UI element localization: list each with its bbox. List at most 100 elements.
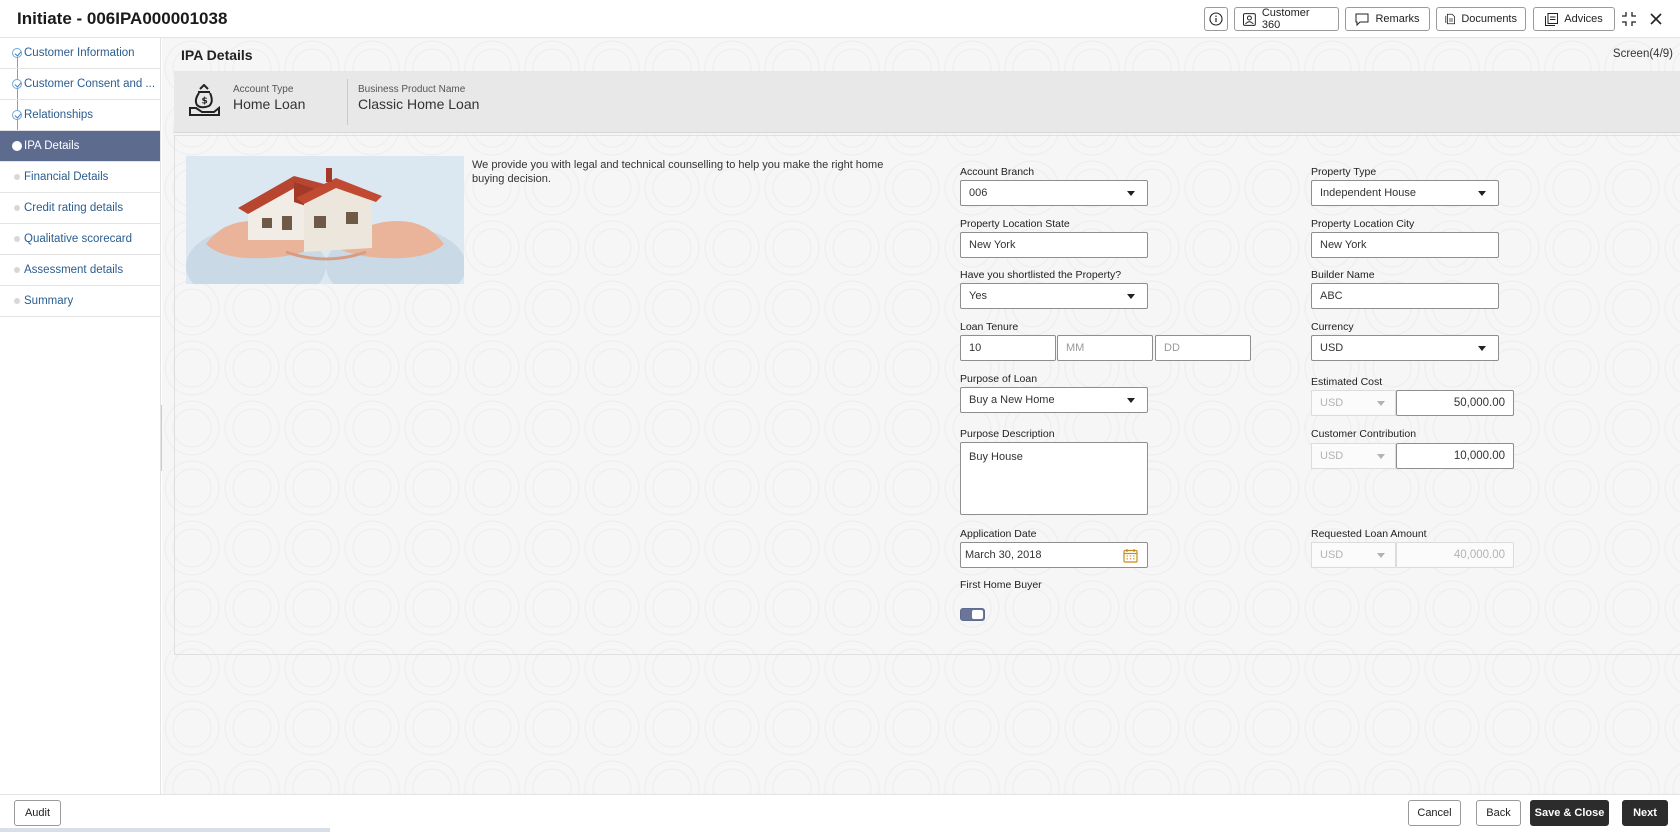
info-button[interactable] bbox=[1204, 7, 1228, 31]
step-pending-icon bbox=[14, 298, 20, 304]
sidebar-item-financial-details[interactable]: Financial Details bbox=[0, 162, 160, 193]
shortlisted-value: Yes bbox=[969, 290, 987, 302]
save-close-button[interactable]: Save & Close bbox=[1530, 800, 1609, 826]
sidebar-item-label: Summary bbox=[24, 295, 74, 307]
property-state-value: New York bbox=[969, 239, 1016, 251]
customer-contribution-input[interactable]: 10,000.00 bbox=[1396, 443, 1514, 469]
step-done-icon bbox=[12, 79, 22, 89]
advices-button[interactable]: Advices bbox=[1533, 7, 1615, 31]
chevron-down-icon bbox=[1377, 401, 1385, 406]
back-button[interactable]: Back bbox=[1476, 800, 1521, 826]
footer-bar: Audit Cancel Back Save & Close Next bbox=[0, 794, 1680, 832]
loan-tenure-days-input[interactable]: DD bbox=[1155, 335, 1251, 361]
property-type-label: Property Type bbox=[1311, 166, 1377, 178]
sidebar-item-label: Customer Consent and ... bbox=[24, 78, 156, 90]
sidebar-item-qualitative-scorecard[interactable]: Qualitative scorecard bbox=[0, 224, 160, 255]
remarks-label: Remarks bbox=[1375, 13, 1420, 25]
page-title: Initiate - 006IPA000001038 bbox=[17, 9, 228, 28]
documents-button[interactable]: Documents bbox=[1436, 7, 1526, 31]
customer-contribution-amount: 10,000.00 bbox=[1453, 450, 1505, 462]
sidebar-item-label: Financial Details bbox=[24, 171, 109, 183]
requested-loan-amount-value: 40,000.00 bbox=[1453, 549, 1505, 561]
fullscreen-icon bbox=[1622, 12, 1636, 26]
next-button[interactable]: Next bbox=[1622, 800, 1668, 826]
sidebar-item-label: Customer Information bbox=[24, 47, 135, 59]
business-product-label: Business Product Name bbox=[358, 84, 466, 95]
loan-tenure-days-placeholder: DD bbox=[1164, 342, 1180, 354]
customer-contribution-currency: USD bbox=[1320, 450, 1344, 462]
property-type-value: Independent House bbox=[1320, 187, 1417, 199]
loan-tenure-months-input[interactable]: MM bbox=[1057, 335, 1153, 361]
currency-label: Currency bbox=[1311, 321, 1354, 333]
sidebar-item-label: Relationships bbox=[24, 109, 94, 121]
builder-name-value: ABC bbox=[1320, 290, 1343, 302]
sidebar-item-credit-rating[interactable]: Credit rating details bbox=[0, 193, 160, 224]
top-bar: Initiate - 006IPA000001038 Customer 360 … bbox=[0, 0, 1680, 38]
estimated-cost-currency-select: USD bbox=[1311, 390, 1396, 416]
sidebar-item-summary[interactable]: Summary bbox=[0, 286, 160, 317]
sidebar-item-customer-consent[interactable]: Customer Consent and ... bbox=[0, 69, 160, 100]
chevron-down-icon bbox=[1127, 398, 1135, 403]
fullscreen-button[interactable] bbox=[1619, 9, 1639, 29]
close-icon bbox=[1650, 13, 1662, 25]
document-icon bbox=[1445, 13, 1455, 25]
shortlisted-label: Have you shortlisted the Property? bbox=[960, 269, 1122, 281]
application-date-value: March 30, 2018 bbox=[965, 549, 1042, 561]
loan-tenure-years-input[interactable]: 10 bbox=[960, 335, 1056, 361]
purpose-of-loan-label: Purpose of Loan bbox=[960, 373, 1038, 385]
requested-loan-amount-input: 40,000.00 bbox=[1396, 542, 1514, 568]
sidebar-item-customer-information[interactable]: Customer Information bbox=[0, 38, 160, 69]
chevron-down-icon bbox=[1127, 294, 1135, 299]
purpose-description-textarea[interactable]: Buy House bbox=[960, 442, 1148, 515]
step-pending-icon bbox=[14, 236, 20, 242]
step-pending-icon bbox=[14, 267, 20, 273]
svg-text:$: $ bbox=[202, 97, 208, 107]
step-pending-icon bbox=[14, 205, 20, 211]
property-state-input[interactable]: New York bbox=[960, 232, 1148, 258]
purpose-of-loan-select[interactable]: Buy a New Home bbox=[960, 387, 1148, 413]
toggle-knob bbox=[972, 610, 983, 619]
screen-counter: Screen(4/9) bbox=[1612, 48, 1673, 60]
account-branch-select[interactable]: 006 bbox=[960, 180, 1148, 206]
account-type-label: Account Type bbox=[233, 84, 294, 95]
documents-label: Documents bbox=[1461, 13, 1517, 25]
remarks-button[interactable]: Remarks bbox=[1345, 7, 1430, 31]
sidebar-item-relationships[interactable]: Relationships bbox=[0, 100, 160, 131]
audit-button[interactable]: Audit bbox=[14, 800, 61, 826]
section-title: IPA Details bbox=[181, 47, 253, 63]
customer-contribution-currency-select: USD bbox=[1311, 443, 1396, 469]
close-button[interactable] bbox=[1646, 9, 1666, 29]
shortlisted-select[interactable]: Yes bbox=[960, 283, 1148, 309]
first-home-buyer-label: First Home Buyer bbox=[960, 579, 1042, 591]
property-city-label: Property Location City bbox=[1311, 218, 1415, 230]
first-home-buyer-toggle[interactable] bbox=[960, 608, 985, 621]
advices-icon bbox=[1545, 12, 1559, 26]
property-type-select[interactable]: Independent House bbox=[1311, 180, 1499, 206]
chevron-down-icon bbox=[1377, 553, 1385, 558]
requested-loan-amount-label: Requested Loan Amount bbox=[1311, 528, 1427, 540]
purpose-description-label: Purpose Description bbox=[960, 428, 1055, 440]
customer-icon bbox=[1243, 12, 1256, 26]
builder-name-label: Builder Name bbox=[1311, 269, 1375, 281]
sidebar-item-label: Qualitative scorecard bbox=[24, 233, 133, 245]
loan-tenure-years-value: 10 bbox=[969, 342, 982, 354]
calendar-icon[interactable] bbox=[1123, 548, 1138, 563]
customer-contribution-label: Customer Contribution bbox=[1311, 428, 1417, 440]
advices-label: Advices bbox=[1564, 13, 1603, 25]
step-done-icon bbox=[12, 48, 22, 58]
customer-360-button[interactable]: Customer 360 bbox=[1234, 7, 1339, 31]
cancel-button[interactable]: Cancel bbox=[1408, 800, 1461, 826]
info-icon bbox=[1209, 12, 1223, 26]
application-date-input[interactable]: March 30, 2018 bbox=[960, 542, 1148, 568]
builder-name-input[interactable]: ABC bbox=[1311, 283, 1499, 309]
chevron-down-icon bbox=[1478, 191, 1486, 196]
property-state-label: Property Location State bbox=[960, 218, 1070, 230]
sidebar-item-ipa-details[interactable]: IPA Details bbox=[0, 131, 160, 162]
currency-select[interactable]: USD bbox=[1311, 335, 1499, 361]
sidebar-item-assessment-details[interactable]: Assessment details bbox=[0, 255, 160, 286]
estimated-cost-input[interactable]: 50,000.00 bbox=[1396, 390, 1514, 416]
main-content: IPA Details Screen(4/9) $ Account Type H… bbox=[162, 38, 1680, 794]
sidebar-item-label: Assessment details bbox=[24, 264, 124, 276]
account-branch-value: 006 bbox=[969, 187, 988, 199]
property-city-input[interactable]: New York bbox=[1311, 232, 1499, 258]
